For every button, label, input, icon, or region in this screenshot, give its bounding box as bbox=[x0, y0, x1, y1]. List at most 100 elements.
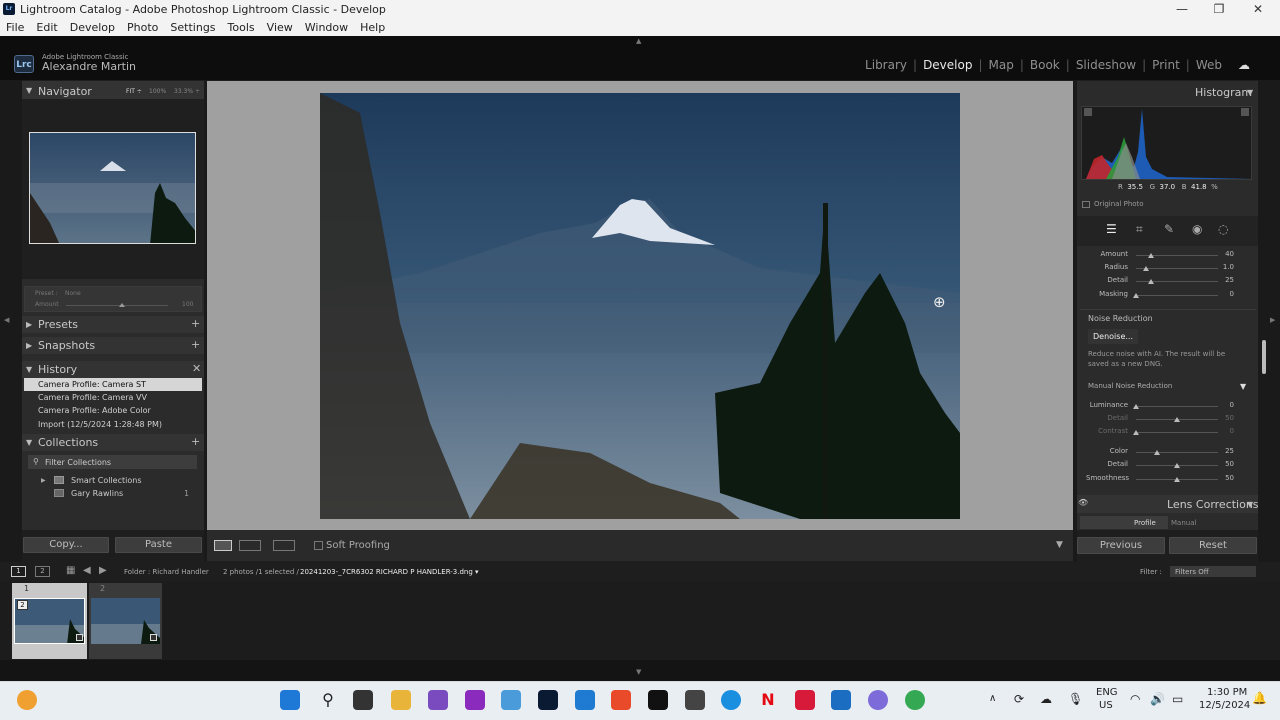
history-item[interactable]: Camera Profile: Camera ST bbox=[24, 378, 202, 391]
slider-knob[interactable] bbox=[1174, 417, 1180, 422]
file-explorer-icon[interactable] bbox=[391, 690, 411, 710]
add-collection-icon[interactable]: + bbox=[191, 435, 200, 448]
histogram-graph[interactable] bbox=[1081, 106, 1253, 180]
forward-icon[interactable]: ▶ bbox=[99, 565, 107, 576]
menu-settings[interactable]: Settings bbox=[164, 19, 221, 36]
clear-history-icon[interactable]: ✕ bbox=[192, 362, 201, 375]
shadow-clip-icon[interactable] bbox=[1084, 108, 1092, 116]
slider-track[interactable] bbox=[1136, 279, 1218, 284]
zoom-fit[interactable]: FIT ÷ bbox=[126, 88, 142, 95]
slider-knob[interactable] bbox=[1133, 404, 1139, 409]
menu-photo[interactable]: Photo bbox=[121, 19, 164, 36]
app-icon-violet[interactable] bbox=[868, 690, 888, 710]
slider-row[interactable]: Detail 50 bbox=[1086, 414, 1250, 426]
slider-row[interactable]: Luminance 0 bbox=[1086, 401, 1250, 413]
search-icon[interactable]: ⚲ bbox=[318, 690, 338, 710]
app-icon-red[interactable] bbox=[795, 690, 815, 710]
module-web[interactable]: Web bbox=[1190, 58, 1228, 72]
slider-row[interactable]: Amount 40 bbox=[1086, 250, 1250, 262]
slider-row[interactable]: Color 25 bbox=[1086, 447, 1250, 459]
collections-collapse-icon[interactable]: ▼ bbox=[26, 438, 32, 447]
slider-track[interactable] bbox=[1133, 430, 1218, 435]
slider-row[interactable]: Detail 25 bbox=[1086, 276, 1250, 288]
redeye-icon[interactable]: ◉ bbox=[1192, 222, 1202, 236]
presets-expand-icon[interactable]: ▶ bbox=[26, 320, 32, 329]
chrome-icon[interactable] bbox=[905, 690, 925, 710]
histogram-collapse-icon[interactable]: ▼ bbox=[1247, 88, 1253, 97]
original-photo-checkbox[interactable] bbox=[1082, 201, 1090, 208]
maximize-icon[interactable]: ❐ bbox=[1209, 2, 1229, 16]
back-icon[interactable]: ◀ bbox=[83, 565, 91, 576]
slack-icon[interactable] bbox=[428, 690, 448, 710]
before-after-icon[interactable] bbox=[239, 540, 261, 551]
module-library[interactable]: Library bbox=[859, 58, 913, 72]
snipping-tool-icon[interactable] bbox=[501, 690, 521, 710]
snapshots-expand-icon[interactable]: ▶ bbox=[26, 341, 32, 350]
edit-sliders-icon[interactable]: ☰ bbox=[1106, 222, 1117, 236]
paste-button[interactable]: Paste bbox=[115, 537, 202, 553]
slider-track[interactable] bbox=[1136, 450, 1218, 455]
collapse-bottom-icon[interactable]: ▼ bbox=[636, 668, 641, 676]
slider-row[interactable]: Radius 1.0 bbox=[1086, 263, 1250, 275]
history-item[interactable]: Import (12/5/2024 1:28:48 PM) bbox=[24, 418, 202, 431]
notification-icon[interactable]: 🔔 bbox=[1252, 691, 1267, 705]
toolbar-menu-icon[interactable]: ▼ bbox=[1056, 540, 1063, 550]
volume-icon[interactable]: 🔊 bbox=[1150, 692, 1165, 706]
add-snapshot-icon[interactable]: + bbox=[191, 338, 200, 351]
yy-view-icon[interactable] bbox=[273, 540, 295, 551]
slider-knob[interactable] bbox=[1174, 463, 1180, 468]
slider-track[interactable] bbox=[1136, 417, 1218, 422]
copy-button[interactable]: Copy... bbox=[23, 537, 109, 553]
slider-track[interactable] bbox=[1133, 404, 1218, 409]
primary-window-button[interactable]: 1 bbox=[11, 566, 26, 577]
lang-1[interactable]: ENG bbox=[1096, 687, 1118, 698]
lightroom-taskbar-icon[interactable] bbox=[538, 690, 558, 710]
amount-knob[interactable] bbox=[119, 303, 126, 307]
collapse-top-icon[interactable]: ▲ bbox=[636, 37, 641, 45]
menu-window[interactable]: Window bbox=[299, 19, 354, 36]
history-item[interactable]: Camera Profile: Camera VV bbox=[24, 391, 202, 404]
crop-icon[interactable]: ⌗ bbox=[1136, 222, 1143, 237]
m-app-icon[interactable] bbox=[648, 690, 668, 710]
right-scrollbar[interactable] bbox=[1262, 340, 1266, 374]
navigator-thumbnail[interactable] bbox=[29, 132, 196, 244]
module-print[interactable]: Print bbox=[1146, 58, 1186, 72]
slider-track[interactable] bbox=[1136, 477, 1218, 482]
loupe-view-icon[interactable] bbox=[214, 540, 232, 551]
filename-label[interactable]: 20241203-_7CR6302 RICHARD P HANDLER-3.dn… bbox=[300, 568, 479, 576]
add-preset-icon[interactable]: + bbox=[191, 317, 200, 330]
module-develop[interactable]: Develop bbox=[917, 58, 978, 72]
highlight-clip-icon[interactable] bbox=[1241, 108, 1249, 116]
vscode-icon[interactable] bbox=[575, 690, 595, 710]
lang-2[interactable]: US bbox=[1099, 700, 1113, 711]
zoom-other[interactable]: 33.3% ÷ bbox=[174, 88, 200, 95]
start-icon[interactable] bbox=[280, 690, 300, 710]
previous-button[interactable]: Previous bbox=[1077, 537, 1165, 554]
soft-proofing-checkbox[interactable] bbox=[314, 541, 323, 550]
cloud-tray-icon[interactable]: ☁ bbox=[1040, 692, 1052, 706]
sync-icon[interactable]: ⟳ bbox=[1014, 692, 1024, 706]
manual-noise-collapse-icon[interactable]: ▼ bbox=[1240, 382, 1246, 391]
app-icon-purple[interactable] bbox=[465, 690, 485, 710]
slider-row[interactable]: Smoothness 50 bbox=[1086, 474, 1250, 486]
lens-collapse-icon[interactable]: ▼ bbox=[1247, 500, 1253, 509]
history-item[interactable]: Camera Profile: Adobe Color bbox=[24, 404, 202, 417]
reset-button[interactable]: Reset bbox=[1169, 537, 1257, 554]
module-map[interactable]: Map bbox=[983, 58, 1020, 72]
navigator-collapse-icon[interactable]: ▼ bbox=[26, 86, 32, 95]
module-slideshow[interactable]: Slideshow bbox=[1070, 58, 1142, 72]
app-icon-blue[interactable] bbox=[831, 690, 851, 710]
slider-knob[interactable] bbox=[1147, 279, 1154, 284]
masking-icon[interactable]: ◌ bbox=[1218, 222, 1228, 236]
history-collapse-icon[interactable]: ▼ bbox=[26, 365, 32, 374]
menu-file[interactable]: File bbox=[0, 19, 30, 36]
clock-time[interactable]: 1:30 PM bbox=[1207, 687, 1247, 698]
minimize-icon[interactable]: — bbox=[1172, 2, 1192, 16]
grid-icon[interactable]: ▦ bbox=[66, 565, 75, 576]
tab-manual[interactable]: Manual bbox=[1171, 519, 1196, 527]
collapse-left-icon[interactable]: ◀ bbox=[4, 316, 9, 324]
netflix-icon[interactable]: N bbox=[758, 690, 778, 710]
slider-track[interactable] bbox=[1133, 293, 1218, 298]
slider-row[interactable]: Masking 0 bbox=[1086, 290, 1250, 302]
mic-icon[interactable]: 🎙 bbox=[1068, 692, 1083, 706]
